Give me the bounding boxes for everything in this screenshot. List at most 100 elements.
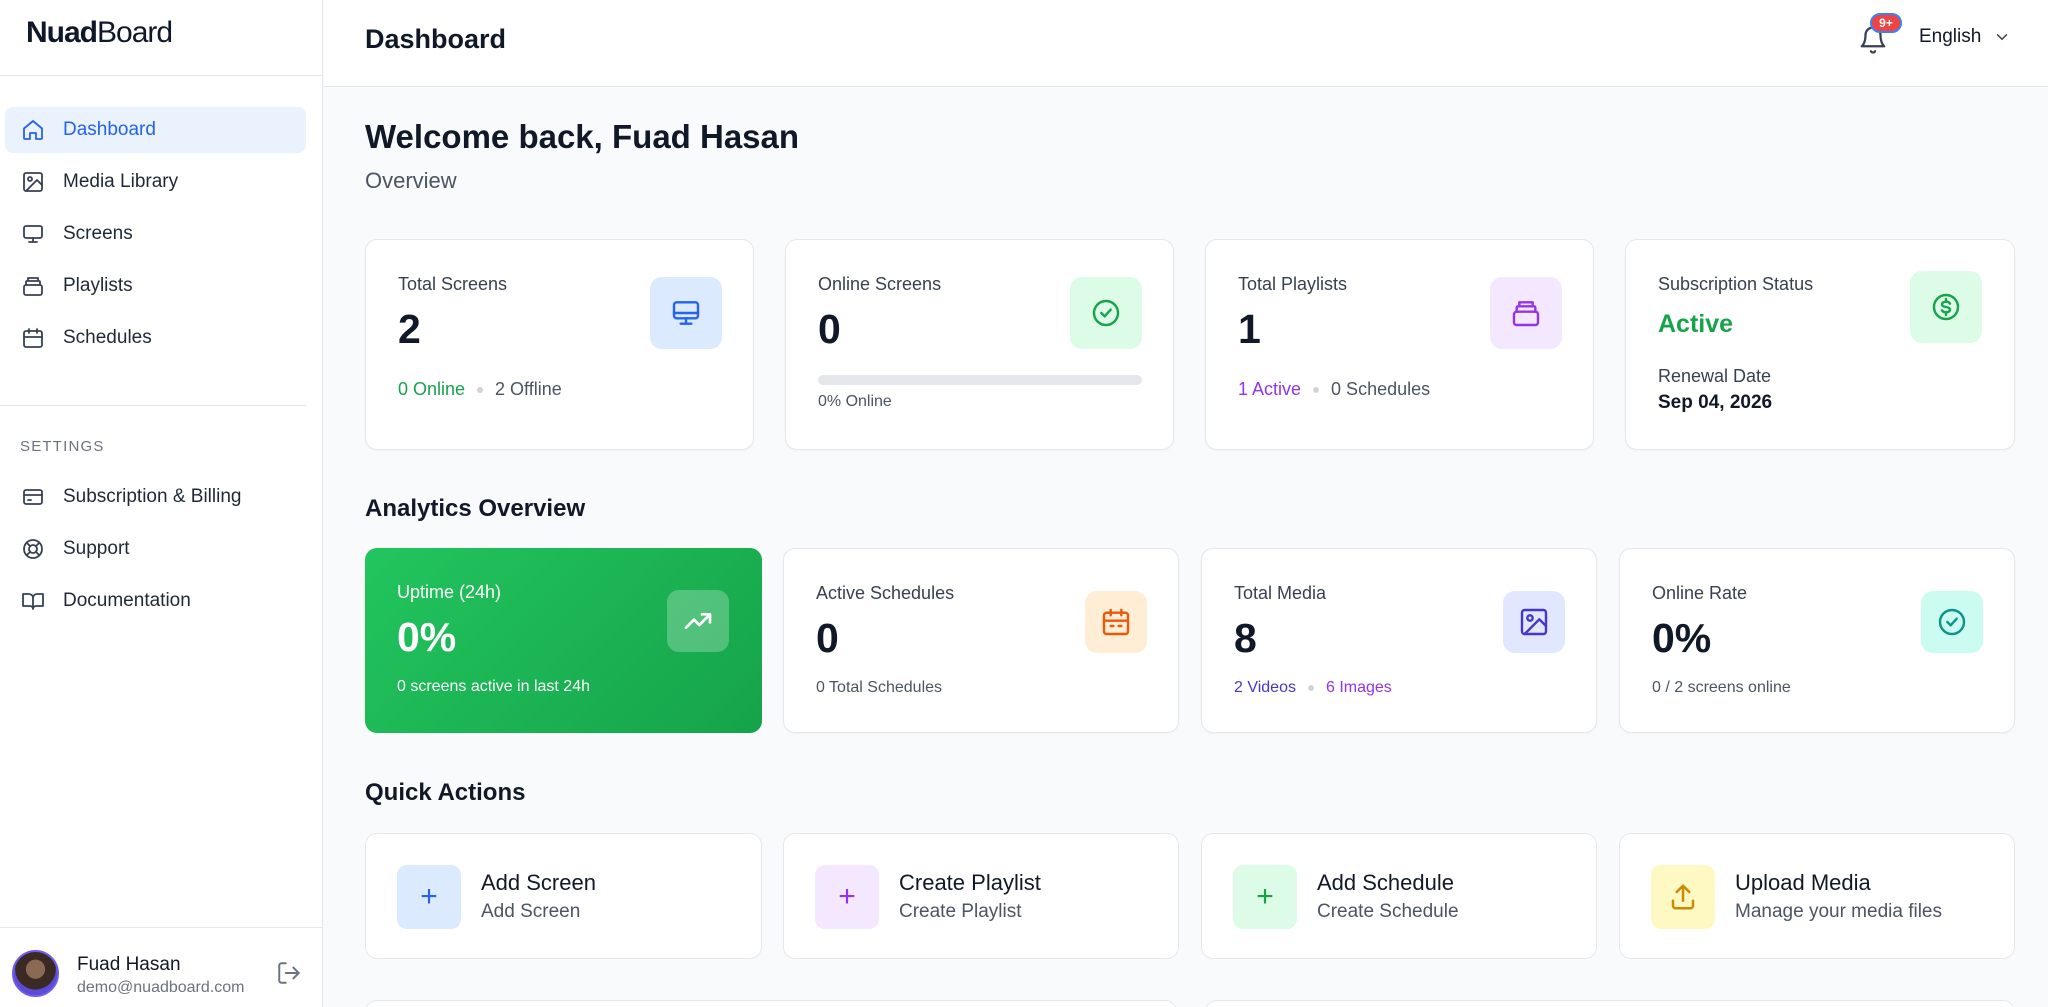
card-value: 0 [816,615,839,661]
qa-title: Add Screen [481,870,596,895]
online-rate-card[interactable]: Online Rate 0% 0 / 2 screens online [1619,548,2015,733]
renewal-label: Renewal Date [1658,366,1772,386]
sidebar-item-support[interactable]: Support [5,526,306,572]
total-media-card[interactable]: Total Media 8 2 Videos 6 Images [1201,548,1597,733]
sidebar-item-schedules[interactable]: Schedules [5,315,306,361]
video-count: 2 Videos [1234,679,1296,696]
sidebar-item-label: Screens [63,223,133,244]
bottom-panel-left [365,1000,1177,1007]
icon-box [1503,591,1565,653]
total-screens-card[interactable]: Total Screens 2 0 Online 2 Offline [365,239,754,450]
icon-box [1070,277,1142,349]
sidebar-item-screens[interactable]: Screens [5,211,306,257]
settings-section-label: SETTINGS [20,438,105,455]
uptime-sub: 0 screens active in last 24h [397,678,590,695]
language-label: English [1919,26,1982,47]
card-label: Active Schedules [816,583,955,603]
card-value: 2 [398,306,421,352]
plus-icon: + [397,865,461,929]
avatar[interactable] [12,950,59,997]
card-value: 0% [397,614,457,660]
sidebar-item-label: Subscription & Billing [63,486,242,507]
card-label: Subscription Status [1658,274,1814,294]
renewal-date: Sep 04, 2026 [1658,392,1773,413]
icon-box [1910,271,1982,343]
sidebar: NuadBoard Dashboard Media Library Screen… [0,0,323,1007]
offline-count: 2 Offline [495,379,562,399]
online-screens-card[interactable]: Online Screens 0 0% Online [785,239,1174,450]
calendar-icon [23,328,43,348]
check-circle-icon [1092,299,1120,327]
qa-desc: Manage your media files [1735,901,1942,922]
sidebar-item-playlists[interactable]: Playlists [5,263,306,309]
upload-icon [1651,865,1715,929]
language-selector[interactable]: English [1919,26,2011,48]
monitor-icon [672,301,700,325]
playlists-status-line: 1 Active 0 Schedules [1238,379,1430,400]
icon-box [1085,591,1147,653]
card-label: Total Screens [398,274,508,294]
icon-box [667,590,729,652]
sidebar-item-label: Schedules [63,327,152,348]
card-label: Online Rate [1652,583,1748,603]
home-icon [23,120,43,140]
quick-actions-title: Quick Actions [365,779,526,806]
qa-desc: Create Playlist [899,901,1022,922]
logo-bold: Nuad [26,16,98,49]
card-label: Online Screens [818,274,942,294]
top-header: Dashboard 9+ English [324,0,2048,87]
subscription-status: Active [1658,310,1734,338]
separator-dot [1313,386,1320,393]
check-circle-icon [1938,608,1966,636]
progress-text: 0% Online [818,393,892,410]
add-screen-button[interactable]: + Add Screen Add Screen [365,833,762,959]
qa-title: Upload Media [1735,870,1871,895]
notification-badge: 9+ [1870,13,1902,33]
chevron-down-icon [1997,34,2008,40]
online-count: 0 Online [398,379,466,399]
total-playlists-card[interactable]: Total Playlists 1 1 Active 0 Schedules [1205,239,1594,450]
plus-icon: + [1233,865,1297,929]
qa-title: Add Schedule [1317,870,1454,895]
sidebar-item-label: Documentation [63,590,191,611]
welcome-heading: Welcome back, Fuad Hasan [365,118,800,155]
plus-icon: + [815,865,879,929]
separator-dot [477,386,484,393]
card-label: Total Playlists [1238,274,1348,294]
subscription-status-card[interactable]: Subscription Status Active Renewal Date … [1625,239,2015,450]
image-icon [23,172,43,192]
sidebar-item-dashboard[interactable]: Dashboard [5,107,306,153]
online-rate-sub: 0 / 2 screens online [1652,679,1791,696]
card-value: 1 [1238,306,1261,352]
user-email: demo@nuadboard.com [77,979,245,996]
active-playlists: 1 Active [1238,379,1302,399]
sidebar-item-subscription-billing[interactable]: Subscription & Billing [5,474,306,520]
online-progress-bar [818,375,1142,385]
app-logo[interactable]: NuadBoard [26,16,173,50]
playlist-schedules: 0 Schedules [1331,379,1431,399]
create-playlist-button[interactable]: + Create Playlist Create Playlist [783,833,1179,959]
add-schedule-button[interactable]: + Add Schedule Create Schedule [1201,833,1597,959]
sidebar-item-media-library[interactable]: Media Library [5,159,306,205]
bottom-panel-right [1205,1000,2015,1007]
sidebar-item-label: Playlists [63,275,133,296]
icon-box [650,277,722,349]
card-label: Total Media [1234,583,1327,603]
page-title: Dashboard [365,24,507,54]
book-icon [22,593,44,610]
uptime-card[interactable]: Uptime (24h) 0% 0 screens active in last… [365,548,762,733]
user-name: Fuad Hasan [77,954,181,975]
active-schedules-card[interactable]: Active Schedules 0 0 Total Schedules [783,548,1179,733]
overview-subtitle: Overview [365,168,457,193]
sidebar-item-documentation[interactable]: Documentation [5,578,306,624]
qa-desc: Add Screen [481,901,581,922]
lifebuoy-icon [23,539,43,559]
nav-divider [0,405,306,406]
upload-media-button[interactable]: Upload Media Manage your media files [1619,833,2015,959]
card-label: Uptime (24h) [397,582,502,602]
trending-up-icon [684,613,712,629]
logo-light: Board [97,16,173,49]
main-nav: Dashboard Media Library Screens Playlist… [5,107,306,367]
sidebar-item-label: Support [63,538,130,559]
logout-icon[interactable] [276,960,302,986]
